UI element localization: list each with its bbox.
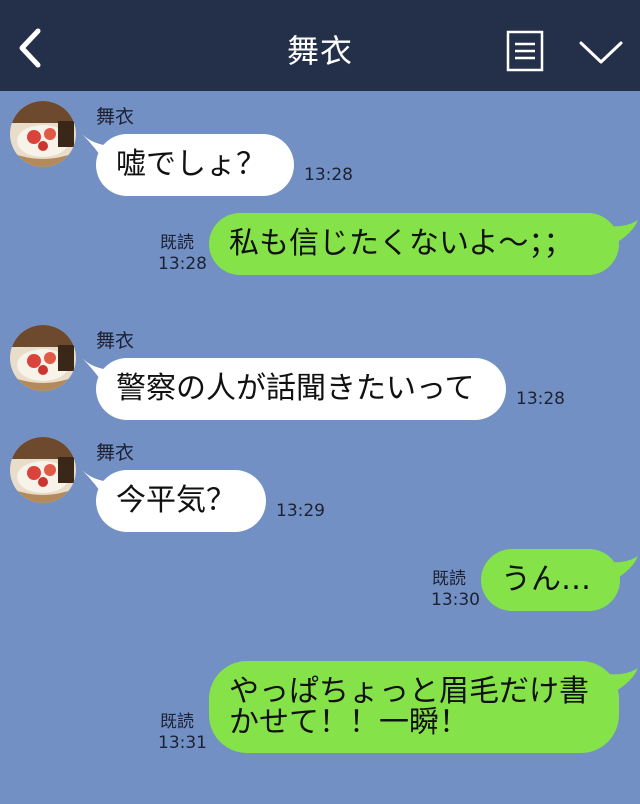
bubble-tail	[606, 668, 638, 692]
sender-name: 舞衣	[96, 106, 135, 128]
message-text: 嘘でしょ？	[116, 147, 266, 182]
sender-name: 舞衣	[96, 442, 135, 464]
message-bubble[interactable]: やっぱちょっと眉毛だけ書 かせて！！一瞬！	[209, 661, 619, 753]
message-time: 13:28	[516, 389, 565, 409]
message-text-line: やっぱちょっと眉毛だけ書	[229, 674, 589, 709]
chevron-down-icon[interactable]	[578, 38, 624, 66]
avatar-image	[10, 101, 76, 167]
read-receipt: 既読	[432, 569, 466, 589]
message-time: 13:28	[158, 254, 207, 274]
message-time: 13:28	[304, 165, 353, 185]
message-text-line: かせて！！一瞬！	[229, 705, 469, 740]
avatar-image	[10, 437, 76, 503]
message-time: 13:30	[431, 590, 480, 610]
read-receipt: 既読	[160, 712, 194, 732]
message-text: うん…	[501, 562, 591, 597]
avatar[interactable]	[10, 325, 76, 391]
message-text: 私も信じたくないよ〜；；	[229, 226, 574, 261]
bubble-tail	[606, 556, 638, 580]
sender-name: 舞衣	[96, 330, 135, 352]
message-bubble[interactable]: うん…	[481, 549, 620, 611]
message-bubble[interactable]: 今平気？	[96, 470, 266, 532]
chat-title: 舞衣	[286, 32, 353, 70]
avatar[interactable]	[10, 437, 76, 503]
menu-icon[interactable]	[506, 30, 544, 72]
read-receipt: 既読	[160, 233, 194, 253]
message-bubble[interactable]: 嘘でしょ？	[96, 134, 294, 196]
avatar-image	[10, 325, 76, 391]
avatar[interactable]	[10, 101, 76, 167]
bubble-tail	[606, 220, 638, 244]
message-bubble[interactable]: 私も信じたくないよ〜；；	[209, 213, 619, 275]
message-text: 警察の人が話聞きたいって	[116, 371, 475, 406]
message-time: 13:29	[276, 501, 325, 521]
chat-header: 舞衣	[0, 0, 640, 91]
message-time: 13:31	[158, 733, 207, 753]
message-bubble[interactable]: 警察の人が話聞きたいって	[96, 358, 506, 420]
message-text: 今平気？	[116, 483, 236, 518]
